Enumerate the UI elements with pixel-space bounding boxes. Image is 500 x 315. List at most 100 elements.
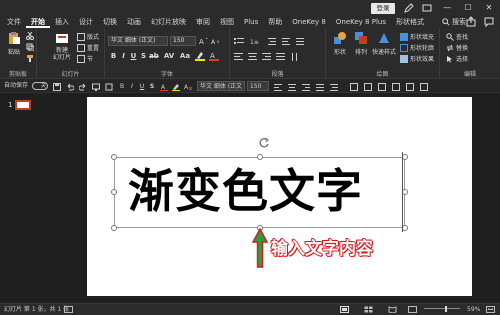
shapes-button[interactable]: 形状 bbox=[330, 31, 350, 56]
close-button[interactable]: ✕ bbox=[482, 2, 496, 14]
zoom-percentage[interactable]: 59% bbox=[467, 305, 480, 315]
rotate-handle-icon[interactable] bbox=[258, 137, 270, 149]
format-painter-icon[interactable] bbox=[26, 54, 34, 62]
tab-onekey8-plus[interactable]: OneKey 8 Plus bbox=[331, 16, 391, 28]
shape-effect-button[interactable]: 形状效果 bbox=[400, 54, 434, 63]
reading-view-icon[interactable] bbox=[388, 306, 397, 313]
qat-highlight-icon[interactable] bbox=[172, 82, 180, 92]
cut-icon[interactable] bbox=[26, 32, 34, 40]
underline-button[interactable]: U bbox=[129, 52, 138, 60]
qat-font-name-dropdown[interactable]: 华文 细体 (正文 bbox=[197, 81, 245, 91]
drawing-group: 形状 排列 快速样式 形状填充 形状轮廓 形状效果 绘图 bbox=[326, 28, 440, 79]
ribbon-display-icon[interactable] bbox=[420, 2, 434, 14]
resize-handle-top-left[interactable] bbox=[111, 154, 117, 160]
reset-button[interactable]: 重置 bbox=[77, 43, 99, 52]
save-icon[interactable] bbox=[53, 82, 61, 92]
find-button[interactable]: 查找 bbox=[446, 32, 468, 41]
list-controls[interactable]: 1≡ bbox=[234, 36, 322, 46]
login-button[interactable]: 登录 bbox=[371, 3, 395, 14]
paste-button[interactable]: 粘贴 bbox=[4, 31, 24, 56]
select-label: 选择 bbox=[456, 56, 469, 63]
replace-button[interactable]: 替换 bbox=[446, 43, 468, 52]
accessibility-icon[interactable] bbox=[64, 306, 73, 313]
shadow-button[interactable]: S bbox=[139, 52, 148, 60]
shape-fill-button[interactable]: 形状填充 bbox=[400, 32, 434, 41]
resize-handle-bottom-left[interactable] bbox=[111, 225, 117, 231]
highlight-icon[interactable] bbox=[195, 51, 205, 61]
layout-icon bbox=[77, 32, 85, 41]
tab-insert[interactable]: 插入 bbox=[50, 16, 74, 28]
qat-shadow-button[interactable]: S bbox=[148, 82, 156, 92]
italic-button[interactable]: I bbox=[119, 52, 128, 60]
font-color-icon[interactable]: A bbox=[209, 51, 219, 61]
increase-font-icon[interactable]: A ^ bbox=[199, 37, 209, 45]
tab-view[interactable]: 视图 bbox=[215, 16, 239, 28]
tab-plus[interactable]: Plus bbox=[239, 16, 263, 28]
slide-thumbnail[interactable] bbox=[15, 100, 31, 110]
tab-onekey8[interactable]: OneKey 8 bbox=[287, 16, 331, 28]
copy-icon[interactable] bbox=[26, 43, 34, 51]
undo-icon[interactable] bbox=[66, 82, 74, 92]
tab-review[interactable]: 审阅 bbox=[191, 16, 215, 28]
normal-view-icon[interactable] bbox=[340, 306, 349, 313]
qat-arrange-controls[interactable] bbox=[350, 82, 430, 92]
qat-bold-button[interactable]: B bbox=[118, 82, 126, 92]
touch-mode-icon[interactable] bbox=[105, 82, 113, 92]
qat-underline-button[interactable]: U bbox=[138, 82, 146, 92]
qat-alignment-controls[interactable] bbox=[274, 82, 344, 92]
tab-file[interactable]: 文件 bbox=[2, 16, 26, 28]
select-button[interactable]: 选择 bbox=[446, 54, 468, 63]
tab-slideshow[interactable]: 幻灯片放映 bbox=[146, 16, 191, 28]
pen-icon[interactable] bbox=[402, 2, 416, 14]
tab-transitions[interactable]: 切换 bbox=[98, 16, 122, 28]
arrange-button[interactable]: 排列 bbox=[351, 31, 371, 56]
resize-handle-left[interactable] bbox=[111, 189, 117, 195]
qat-font-size-dropdown[interactable]: 150 bbox=[247, 81, 269, 91]
zoom-slider[interactable] bbox=[424, 306, 460, 312]
slideshow-view-icon[interactable] bbox=[408, 306, 417, 313]
bold-button[interactable]: B bbox=[109, 52, 118, 60]
qat-clear-format-icon[interactable]: A bbox=[184, 82, 192, 92]
quick-styles-button[interactable]: 快速样式 bbox=[371, 31, 397, 56]
strikethrough-button[interactable]: ab bbox=[149, 52, 159, 60]
slideshow-start-icon[interactable] bbox=[92, 82, 100, 92]
replace-label: 替换 bbox=[456, 45, 469, 52]
change-case-button[interactable]: Aa bbox=[179, 52, 191, 60]
maximize-button[interactable]: ☐ bbox=[461, 2, 475, 14]
decrease-font-icon[interactable]: Av bbox=[211, 37, 221, 45]
tab-help[interactable]: 帮助 bbox=[263, 16, 287, 28]
search-icon bbox=[442, 18, 450, 26]
paste-label: 粘贴 bbox=[7, 49, 20, 56]
editing-group-label: 编辑 bbox=[463, 71, 476, 78]
new-slide-button[interactable]: 新建 幻灯片 bbox=[51, 31, 73, 61]
tab-design[interactable]: 设计 bbox=[74, 16, 98, 28]
replace-icon bbox=[447, 44, 453, 51]
svg-text:A: A bbox=[199, 38, 204, 45]
arrange-label: 排列 bbox=[354, 49, 367, 56]
section-icon bbox=[77, 54, 85, 63]
comments-icon[interactable] bbox=[482, 16, 496, 28]
paragraph-group: 1≡ 段落 bbox=[230, 28, 326, 79]
shape-effect-label: 形状效果 bbox=[410, 56, 435, 63]
alignment-controls[interactable] bbox=[234, 52, 322, 62]
layout-button[interactable]: 版式 bbox=[77, 32, 99, 41]
autosave-toggle[interactable]: 关 bbox=[32, 82, 48, 90]
font-name-dropdown[interactable]: 华文 细体 (正文) bbox=[108, 36, 168, 46]
qat-italic-button[interactable]: I bbox=[128, 82, 136, 92]
minimize-button[interactable]: — bbox=[440, 2, 454, 14]
font-size-dropdown[interactable]: 150 bbox=[170, 36, 196, 46]
share-icon[interactable] bbox=[464, 16, 478, 28]
status-bar: 幻灯片 第 1 张，共 1 张 59% bbox=[0, 303, 500, 315]
fit-to-window-icon[interactable] bbox=[486, 306, 495, 313]
qat-font-color-icon[interactable]: A bbox=[160, 82, 168, 92]
slide-sorter-icon[interactable] bbox=[364, 306, 373, 313]
shape-outline-button[interactable]: 形状轮廓 bbox=[400, 43, 434, 52]
char-spacing-button[interactable]: AV bbox=[163, 52, 175, 60]
redo-icon[interactable] bbox=[79, 82, 87, 92]
zoom-slider-thumb[interactable] bbox=[445, 306, 447, 312]
tab-animations[interactable]: 动画 bbox=[122, 16, 146, 28]
tab-shape-format[interactable]: 形状格式 bbox=[391, 16, 429, 28]
section-button[interactable]: 节 bbox=[77, 54, 93, 63]
slide-main-text[interactable]: 渐变色文字 bbox=[128, 160, 363, 222]
tab-home[interactable]: 开始 bbox=[26, 16, 50, 28]
